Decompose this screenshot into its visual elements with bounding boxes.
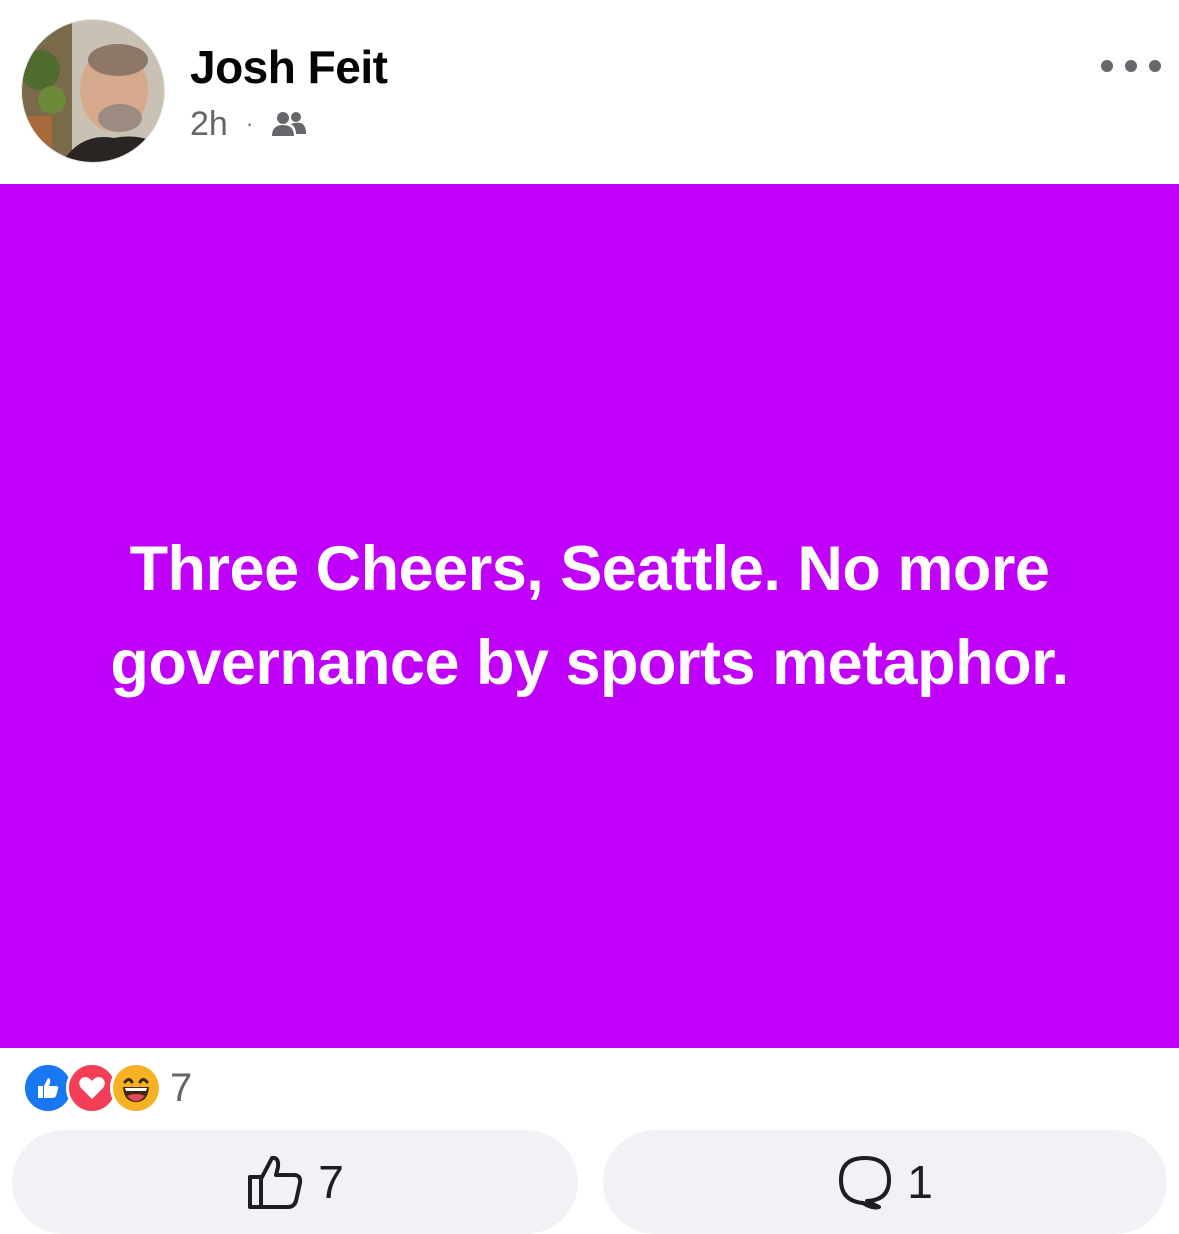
author-avatar[interactable] — [22, 20, 164, 162]
comment-count: 1 — [907, 1156, 933, 1208]
post-time[interactable]: 2h — [190, 105, 228, 144]
post-meta: 2h · — [190, 104, 307, 144]
more-dot-icon — [1125, 60, 1137, 72]
more-dot-icon — [1101, 60, 1113, 72]
author-name[interactable]: Josh Feit — [190, 40, 388, 94]
post-text: Three Cheers, Seattle. No more governanc… — [110, 534, 1069, 698]
thumbs-up-icon — [248, 1155, 303, 1209]
like-button[interactable]: 7 — [12, 1130, 578, 1234]
friends-icon[interactable] — [271, 109, 307, 139]
post-header: Josh Feit 2h · — [0, 0, 1179, 184]
comment-button[interactable]: 1 — [603, 1130, 1167, 1234]
post-background: Three Cheers, Seattle. No more governanc… — [0, 184, 1179, 1048]
haha-reaction-icon — [110, 1062, 162, 1114]
more-dot-icon — [1149, 60, 1161, 72]
meta-separator: · — [245, 111, 254, 136]
reactions-summary[interactable]: 7 — [22, 1062, 192, 1114]
more-options-button[interactable] — [1101, 46, 1161, 86]
like-count: 7 — [318, 1156, 344, 1208]
comment-bubble-icon — [839, 1156, 892, 1210]
reaction-count: 7 — [170, 1065, 193, 1110]
